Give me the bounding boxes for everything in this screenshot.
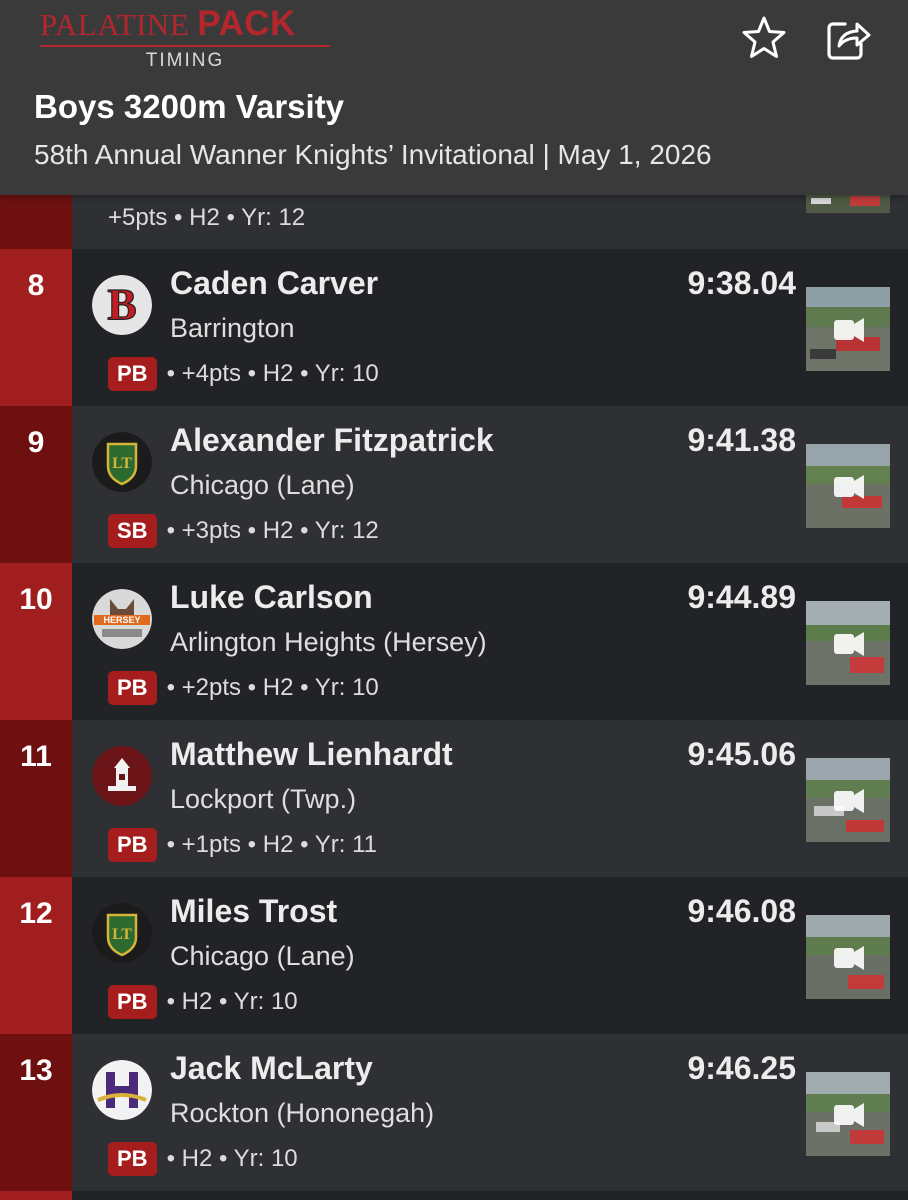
meet-subtitle: 58th Annual Wanner Knights’ Invitational… bbox=[34, 139, 712, 170]
result-time: 9:46.08 bbox=[687, 893, 796, 929]
school-logo-icon bbox=[92, 1060, 152, 1120]
row-content: Matthew Lienhardt Lockport (Twp.) 9:45.0… bbox=[72, 720, 908, 877]
school-name[interactable]: Chicago (Lane) bbox=[170, 470, 355, 501]
row-content: LT Alexander Fitzpatrick Chicago (Lane) … bbox=[72, 406, 908, 563]
share-icon[interactable] bbox=[823, 14, 871, 62]
pb-badge: PB bbox=[108, 357, 157, 391]
result-row[interactable]: 11 Matthew Lienhardt Lockport (Twp.) 9:4… bbox=[0, 720, 908, 877]
result-meta-line: PB • +2pts • H2 • Yr: 10 bbox=[108, 671, 379, 705]
result-time: 9:44.89 bbox=[687, 579, 796, 615]
svg-text:LT: LT bbox=[112, 926, 132, 943]
result-meta-line: PB • H2 • Yr: 10 bbox=[108, 985, 298, 1019]
result-time: 9:41.38 bbox=[687, 422, 796, 458]
athlete-name[interactable]: Matthew Lienhardt bbox=[170, 736, 453, 773]
video-thumbnail[interactable] bbox=[806, 1072, 890, 1156]
result-meta: • H2 • Yr: 10 bbox=[166, 988, 298, 1015]
school-logo-icon: B bbox=[92, 275, 152, 335]
athlete-name[interactable]: Jack McLarty bbox=[170, 1050, 373, 1087]
result-meta: • H2 • Yr: 10 bbox=[166, 1145, 298, 1172]
result-meta-line: SB • +3pts • H2 • Yr: 12 bbox=[108, 514, 379, 548]
svg-text:B: B bbox=[107, 280, 136, 329]
result-meta-line: PB • H2 • Yr: 10 bbox=[108, 1142, 298, 1176]
pb-badge: PB bbox=[108, 671, 157, 705]
school-logo-icon bbox=[92, 746, 152, 806]
result-row[interactable]: 10 HERSEY Luke Carlson Arlington Heights… bbox=[0, 563, 908, 720]
app-header: PALATINE PACK TIMING Boys 3200m Varsity … bbox=[0, 0, 908, 195]
place-cell: 11 bbox=[0, 720, 72, 877]
video-thumbnail[interactable] bbox=[806, 287, 890, 371]
result-row[interactable]: 12 LT Miles Trost Chicago (Lane) 9:46.08… bbox=[0, 877, 908, 1034]
athlete-name[interactable]: Miles Trost bbox=[170, 893, 337, 930]
row-content: HERSEY Luke Carlson Arlington Heights (H… bbox=[72, 563, 908, 720]
logo-divider bbox=[40, 45, 330, 47]
athlete-name[interactable]: Alexander Fitzpatrick bbox=[170, 422, 494, 459]
school-name[interactable]: Lockport (Twp.) bbox=[170, 784, 356, 815]
pb-badge: PB bbox=[108, 828, 157, 862]
school-name[interactable]: Chicago (Lane) bbox=[170, 941, 355, 972]
row-content: LT Miles Trost Chicago (Lane) 9:46.08 PB… bbox=[72, 877, 908, 1034]
result-meta: +5pts • H2 • Yr: 12 bbox=[108, 204, 306, 231]
result-meta: • +1pts • H2 • Yr: 11 bbox=[166, 831, 377, 858]
result-meta: • +4pts • H2 • Yr: 10 bbox=[166, 360, 379, 387]
result-meta-line: PB • +4pts • H2 • Yr: 10 bbox=[108, 357, 379, 391]
logo-word-2: PACK bbox=[197, 4, 296, 43]
result-row-partial-next[interactable] bbox=[0, 1191, 908, 1200]
school-name[interactable]: Barrington bbox=[170, 313, 295, 344]
place-cell: 9 bbox=[0, 406, 72, 563]
video-thumbnail[interactable] bbox=[806, 915, 890, 999]
place-cell: 12 bbox=[0, 877, 72, 1034]
school-logo-icon: HERSEY bbox=[92, 589, 152, 649]
result-row[interactable]: 9 LT Alexander Fitzpatrick Chicago (Lane… bbox=[0, 406, 908, 563]
result-meta: • +3pts • H2 • Yr: 12 bbox=[166, 517, 379, 544]
pb-badge: PB bbox=[108, 1142, 157, 1176]
place-cell: 13 bbox=[0, 1034, 72, 1191]
svg-text:LT: LT bbox=[112, 455, 132, 472]
star-outline-icon[interactable] bbox=[740, 14, 788, 62]
logo-subtitle: TIMING bbox=[145, 50, 225, 71]
athlete-name[interactable]: Luke Carlson bbox=[170, 579, 373, 616]
logo-wordmark: PALATINE PACK bbox=[40, 6, 340, 43]
result-meta: • +2pts • H2 • Yr: 10 bbox=[166, 674, 379, 701]
school-logo-icon: LT bbox=[92, 432, 152, 492]
sb-badge: SB bbox=[108, 514, 157, 548]
pb-badge: PB bbox=[108, 985, 157, 1019]
video-thumbnail[interactable] bbox=[806, 444, 890, 528]
row-content: B Caden Carver Barrington 9:38.04 PB • +… bbox=[72, 249, 908, 406]
logo-word-1: PALATINE bbox=[40, 7, 190, 42]
school-logo-icon: LT bbox=[92, 903, 152, 963]
athlete-name[interactable]: Caden Carver bbox=[170, 265, 378, 302]
event-title: Boys 3200m Varsity bbox=[34, 88, 345, 125]
place-cell bbox=[0, 1191, 72, 1200]
result-time: 9:38.04 bbox=[687, 265, 796, 301]
place-cell: 8 bbox=[0, 249, 72, 406]
row-content: Jack McLarty Rockton (Hononegah) 9:46.25… bbox=[72, 1034, 908, 1191]
svg-text:HERSEY: HERSEY bbox=[103, 615, 140, 625]
school-name[interactable]: Arlington Heights (Hersey) bbox=[170, 627, 487, 658]
result-meta-line: PB • +1pts • H2 • Yr: 11 bbox=[108, 828, 377, 862]
result-row[interactable]: 8 B Caden Carver Barrington 9:38.04 PB •… bbox=[0, 249, 908, 406]
result-row[interactable]: 13 Jack McLarty Rockton (Hononegah) 9:46… bbox=[0, 1034, 908, 1191]
result-time: 9:45.06 bbox=[687, 736, 796, 772]
result-time: 9:46.25 bbox=[687, 1050, 796, 1086]
palatine-pack-timing-logo[interactable]: PALATINE PACK TIMING bbox=[40, 6, 340, 72]
place-cell: 10 bbox=[0, 563, 72, 720]
school-name[interactable]: Rockton (Hononegah) bbox=[170, 1098, 434, 1129]
video-thumbnail[interactable] bbox=[806, 601, 890, 685]
video-thumbnail[interactable] bbox=[806, 758, 890, 842]
